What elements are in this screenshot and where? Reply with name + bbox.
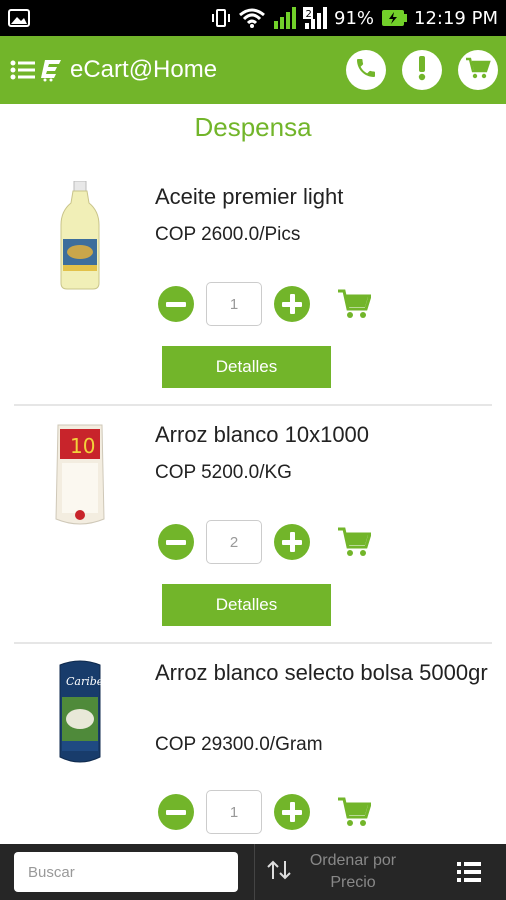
decrease-button[interactable] bbox=[158, 794, 194, 830]
bottom-bar: Ordenar por Precio bbox=[0, 844, 506, 900]
quantity-controls bbox=[158, 282, 372, 326]
product-price: COP 29300.0/Gram bbox=[155, 734, 323, 755]
phone-icon bbox=[354, 56, 378, 84]
gallery-icon bbox=[8, 9, 30, 27]
app-bar: eCart@Home bbox=[0, 36, 506, 104]
product-item: 10 Arroz blanco 10x1000 COP 5200.0/KG De… bbox=[0, 406, 506, 644]
product-name: Arroz blanco 10x1000 bbox=[155, 422, 370, 447]
increase-button[interactable] bbox=[274, 286, 310, 322]
sort-icon bbox=[265, 859, 293, 885]
alert-button[interactable] bbox=[402, 50, 442, 90]
add-to-cart-icon[interactable] bbox=[336, 526, 372, 558]
details-button[interactable]: Detalles bbox=[162, 584, 331, 626]
increase-button[interactable] bbox=[274, 524, 310, 560]
phone-button[interactable] bbox=[346, 50, 386, 90]
menu-icon[interactable] bbox=[8, 55, 38, 85]
add-to-cart-icon[interactable] bbox=[336, 288, 372, 320]
product-name: Arroz blanco selecto bolsa 5000gr bbox=[155, 660, 488, 685]
product-name: Aceite premier light bbox=[155, 184, 344, 209]
cart-icon bbox=[465, 56, 491, 84]
signal-2-icon: 2 bbox=[303, 7, 327, 29]
sort-label: Ordenar por Precio bbox=[309, 852, 397, 891]
add-to-cart-icon[interactable] bbox=[336, 796, 372, 828]
svg-text:2: 2 bbox=[306, 9, 312, 20]
clock: 12:19 PM bbox=[414, 7, 498, 29]
quantity-input[interactable] bbox=[206, 282, 262, 326]
quantity-input[interactable] bbox=[206, 790, 262, 834]
quantity-input[interactable] bbox=[206, 520, 262, 564]
product-image: Caribe bbox=[30, 652, 130, 772]
page-title: Despensa bbox=[194, 112, 312, 142]
product-item: Caribe Arroz blanco selecto bolsa 5000gr… bbox=[0, 644, 506, 844]
increase-button[interactable] bbox=[274, 794, 310, 830]
wifi-icon bbox=[239, 8, 265, 28]
signal-icon bbox=[272, 7, 296, 29]
product-price: COP 2600.0/Pics bbox=[155, 224, 301, 245]
product-price: COP 5200.0/KG bbox=[155, 462, 292, 483]
status-bar: 2 91% 12:19 PM bbox=[0, 0, 506, 36]
app-title: eCart@Home bbox=[70, 56, 218, 83]
vibrate-icon bbox=[210, 8, 232, 28]
alert-icon bbox=[410, 55, 434, 85]
search-input[interactable] bbox=[14, 852, 238, 892]
product-item: Aceite premier light COP 2600.0/Pics Det… bbox=[0, 168, 506, 406]
quantity-controls bbox=[158, 790, 372, 834]
product-image bbox=[30, 176, 130, 296]
list-view-icon[interactable] bbox=[456, 859, 482, 885]
battery-charging-icon bbox=[381, 9, 408, 27]
svg-text:Caribe: Caribe bbox=[66, 675, 104, 688]
separator bbox=[254, 844, 255, 900]
decrease-button[interactable] bbox=[158, 524, 194, 560]
battery-percent: 91% bbox=[334, 7, 375, 29]
decrease-button[interactable] bbox=[158, 286, 194, 322]
quantity-controls bbox=[158, 520, 372, 564]
svg-text:10: 10 bbox=[70, 434, 95, 458]
sort-button[interactable]: Ordenar por Precio bbox=[265, 850, 413, 894]
details-button[interactable]: Detalles bbox=[162, 346, 331, 388]
product-image: 10 bbox=[30, 414, 130, 534]
cart-button[interactable] bbox=[458, 50, 498, 90]
product-list[interactable]: Aceite premier light COP 2600.0/Pics Det… bbox=[0, 168, 506, 844]
ecart-logo bbox=[38, 57, 64, 83]
